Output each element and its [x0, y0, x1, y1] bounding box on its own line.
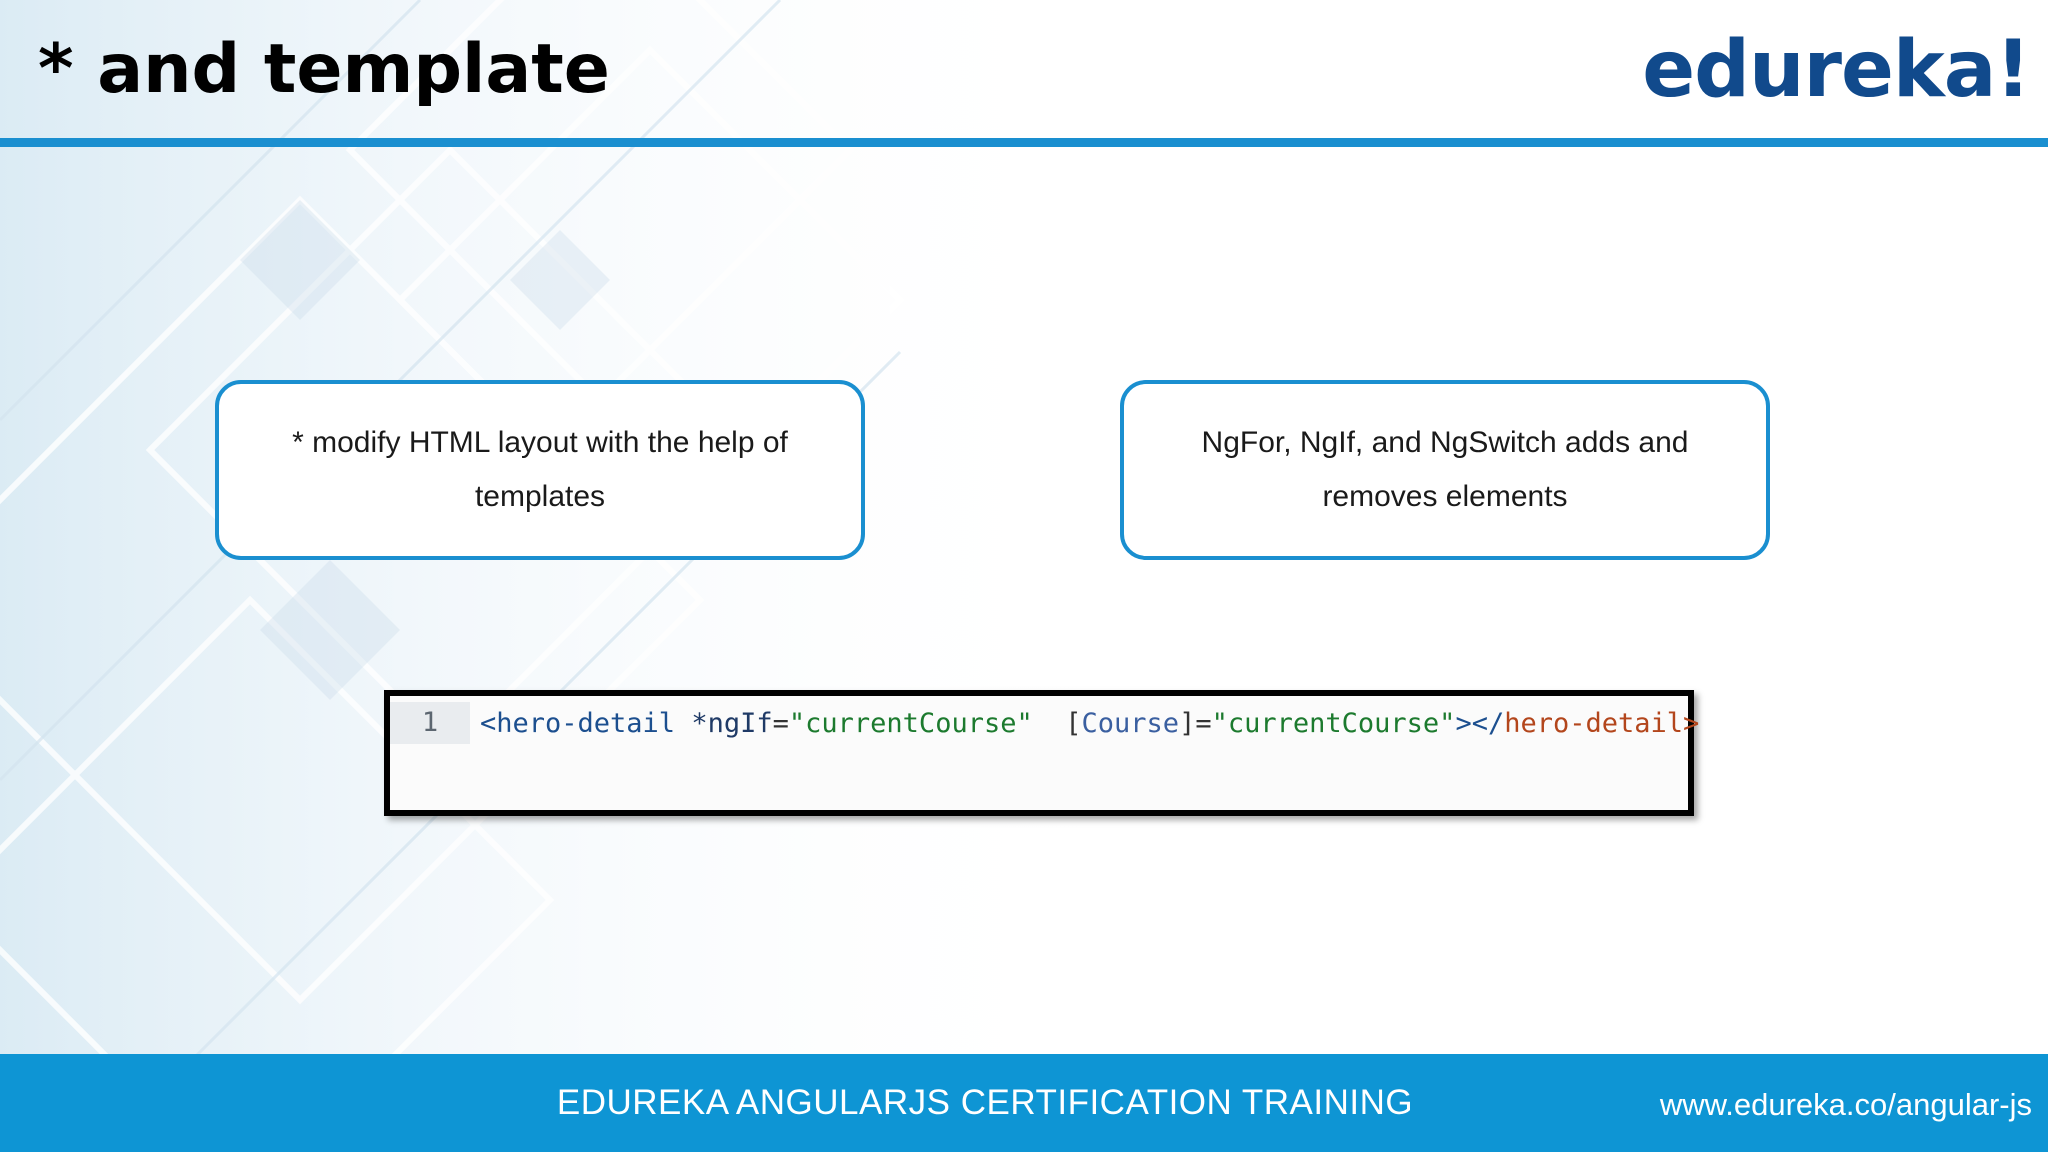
code-token-string: "currentCourse": [788, 707, 1033, 739]
background-pattern: [0, 0, 1100, 1152]
info-box-templates: * modify HTML layout with the help of te…: [215, 380, 865, 560]
info-box-templates-text: * modify HTML layout with the help of te…: [292, 426, 788, 513]
code-token-bracket-open: [: [1032, 707, 1082, 739]
footer-bar: EDUREKA ANGULARJS CERTIFICATION TRAINING…: [0, 1054, 2048, 1152]
footer-url: www.edureka.co/angular-js: [1659, 1087, 2032, 1122]
code-token-course-binding: Course: [1081, 707, 1180, 739]
code-token-gt: >: [1455, 707, 1472, 739]
edureka-logo: edureka!: [1642, 25, 2031, 115]
line-number: 1: [390, 702, 470, 744]
code-token-equals: =: [772, 707, 789, 739]
code-token-string: "currentCourse": [1211, 707, 1456, 739]
info-box-structural-directives: NgFor, NgIf, and NgSwitch adds and remov…: [1120, 380, 1770, 560]
code-token-close-tag: hero-detail>: [1504, 707, 1700, 739]
slide-title: * and template: [38, 30, 610, 109]
code-line: 1 <hero-detail *ngIf = "currentCourse" [Co…: [390, 702, 1699, 744]
code-snippet-panel: 1 <hero-detail *ngIf = "currentCourse" [Co…: [384, 690, 1699, 816]
info-box-structural-directives-text: NgFor, NgIf, and NgSwitch adds and remov…: [1201, 426, 1689, 513]
code-token-bracket-close: ]: [1179, 707, 1196, 739]
code-token-open-tag: <hero-detail: [480, 707, 676, 739]
code-token-equals: =: [1195, 707, 1212, 739]
code-token-ngif-attr: *ngIf: [675, 707, 773, 739]
code-token-close-open: </: [1471, 707, 1505, 739]
header-divider: [0, 138, 2048, 147]
